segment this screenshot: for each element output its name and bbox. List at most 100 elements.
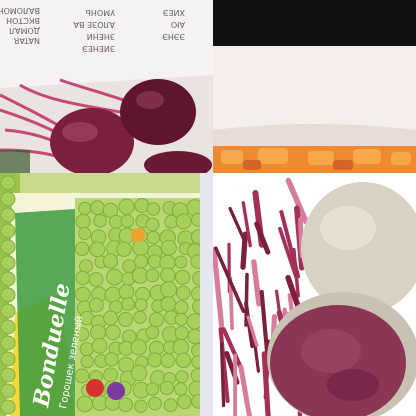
pea [175, 370, 189, 384]
pea [118, 198, 135, 215]
pea [0, 287, 16, 303]
pea [134, 298, 148, 312]
pea [145, 217, 160, 232]
label-line-11: ЭЭНЭ [162, 32, 185, 41]
pea [174, 326, 189, 341]
pea [106, 268, 123, 286]
pea [90, 200, 105, 216]
pea [103, 310, 118, 326]
pea [75, 213, 91, 230]
label-line-10: АЮ [171, 20, 185, 29]
beets-label-illustration: ВАЛОМОНО ВКСТОН ДОМАЛ NATAR УМОНЬ АЛОЗЕ … [0, 0, 213, 173]
pea [0, 319, 16, 335]
pea [130, 364, 148, 382]
pea [90, 324, 107, 341]
pea [0, 239, 16, 255]
pea [88, 272, 104, 287]
pea [93, 213, 107, 228]
pea [108, 214, 123, 229]
pea [0, 351, 16, 367]
pea [118, 311, 133, 327]
pea [0, 383, 16, 399]
dark-band [213, 0, 416, 46]
pea [0, 191, 16, 207]
label-line-3: ДОМАЛ [9, 26, 40, 35]
pea [0, 335, 16, 351]
pea [89, 241, 106, 258]
pea [133, 254, 149, 269]
pea [74, 286, 91, 303]
pea [120, 214, 135, 228]
pea [174, 382, 188, 396]
pea [78, 226, 92, 241]
pea [130, 339, 147, 356]
carrot-bowl-photo [213, 0, 416, 173]
photo-collage: ВАЛОМОНО ВКСТОН ДОМАЛ NATAR УМОНЬ АЛОЗЕ … [0, 0, 416, 416]
badge-purple [107, 382, 125, 400]
pea [104, 352, 119, 367]
pea [160, 296, 177, 312]
pea [160, 353, 176, 368]
label-line-7: ЗНЕНИ [87, 32, 115, 41]
beet-julienne-photo [213, 173, 416, 416]
pea [159, 380, 175, 396]
label-line-1: ВАЛОМОНО [0, 6, 40, 15]
label-line-9: ХИЕЭ [162, 8, 185, 17]
pea [105, 324, 121, 341]
pea [145, 268, 160, 283]
beets-label-photo: ВАЛОМОНО ВКСТОН ДОМАЛ NATAR УМОНЬ АЛОЗЕ … [0, 0, 213, 173]
pea [0, 175, 16, 191]
pea [146, 230, 161, 245]
pea [76, 395, 94, 413]
bowl-rim [213, 124, 416, 148]
pea [0, 367, 16, 383]
label-line-2: ВКСТОН [6, 16, 40, 25]
pea [148, 312, 164, 328]
beet-strip [219, 342, 226, 408]
pea [132, 239, 150, 256]
pea [177, 394, 192, 410]
carrot-bowl-illustration [213, 0, 416, 173]
pea-package-illustration: Bonduelle Горошек зеленый [0, 173, 213, 416]
pea [122, 259, 136, 273]
pea-package-photo: Bonduelle Горошек зеленый [0, 173, 213, 416]
pea [0, 271, 16, 287]
label-line-6: АЛОЗЕ ВА [73, 20, 115, 29]
pea [121, 297, 136, 311]
beet-julienne-illustration [213, 173, 416, 416]
pea [116, 241, 132, 257]
pea [74, 241, 90, 257]
pea [147, 352, 163, 368]
pea [175, 269, 191, 285]
pea [145, 325, 160, 340]
pea [160, 281, 178, 298]
pea [160, 239, 177, 256]
pea [91, 337, 108, 354]
pea [175, 213, 192, 230]
pea [79, 342, 94, 357]
pea [174, 255, 188, 269]
pea [160, 267, 176, 283]
label-line-8: ЗИЕНЕЭ [82, 44, 115, 53]
pea [148, 396, 162, 411]
pea [146, 202, 161, 216]
pea [118, 397, 133, 413]
pea [78, 201, 92, 216]
pea [0, 207, 16, 223]
pea [88, 297, 104, 313]
pea [104, 286, 122, 304]
pea [0, 399, 16, 415]
pea [176, 285, 191, 301]
pea [0, 303, 16, 319]
pea [118, 284, 135, 300]
badge-orange [131, 228, 145, 242]
pea [74, 368, 90, 384]
pea [174, 300, 189, 315]
pea [174, 312, 188, 326]
pea [102, 253, 119, 269]
pea [80, 354, 94, 369]
beet-2 [120, 79, 196, 145]
pea [0, 223, 16, 239]
badge-red [86, 379, 104, 397]
label-line-5: УМОНЬ [85, 8, 115, 17]
